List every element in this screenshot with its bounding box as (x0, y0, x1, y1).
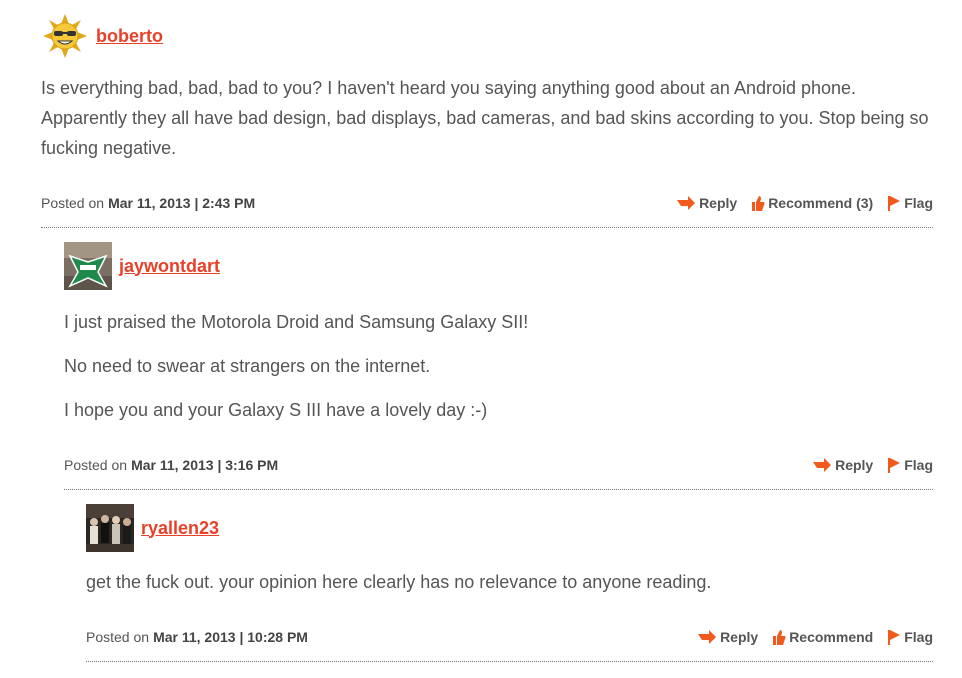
recommend-label: Recommend (789, 629, 874, 645)
recommend-button[interactable]: Recommend (3) (751, 195, 873, 211)
flag-icon (888, 630, 901, 645)
band-photo-avatar[interactable] (86, 504, 134, 552)
comment-paragraph: I hope you and your Galaxy S III have a … (64, 400, 488, 420)
comment-username[interactable]: boberto (96, 26, 163, 47)
comment-paragraph: Is everything bad, bad, bad to you? I ha… (41, 78, 929, 158)
comment: ryallen23 get the fuck out. your opinion… (86, 492, 933, 678)
flag-label: Flag (904, 457, 933, 473)
reply-arrow-icon (677, 196, 696, 210)
comment-body: I just praised the Motorola Droid and Sa… (64, 307, 933, 425)
comment-timestamp: Mar 11, 2013 | 3:16 PM (131, 457, 279, 473)
comment-actions: Reply Recommend (3) Flag (662, 193, 933, 213)
comment-username[interactable]: ryallen23 (141, 518, 219, 539)
comment-username[interactable]: jaywontdart (119, 256, 220, 277)
reply-label: Reply (720, 629, 759, 645)
comment-body: get the fuck out. your opinion here clea… (86, 567, 933, 597)
comment-actions: Reply Recommend Flag (683, 627, 933, 647)
comment-paragraph: I just praised the Motorola Droid and Sa… (64, 312, 529, 332)
comment-timestamp: Mar 11, 2013 | 2:43 PM (108, 195, 256, 211)
flag-icon (888, 196, 901, 211)
flag-icon (888, 458, 901, 473)
comment-author-row: boberto (41, 12, 163, 60)
posted-on-label: Posted on (41, 195, 105, 211)
reply-arrow-icon (813, 458, 832, 472)
flag-label: Flag (904, 629, 933, 645)
posted-on-label: Posted on (64, 457, 128, 473)
thumbs-up-icon (752, 196, 765, 211)
reply-arrow-icon (698, 630, 717, 644)
comment-author-row: ryallen23 (86, 504, 219, 552)
comment-meta: Posted on Mar 11, 2013 | 10:28 PM (86, 627, 308, 647)
comment-author-row: jaywontdart (64, 242, 220, 290)
reply-button[interactable]: Reply (812, 457, 873, 473)
reply-button[interactable]: Reply (676, 195, 737, 211)
recommend-label: Recommend (3) (768, 195, 874, 211)
comment-timestamp: Mar 11, 2013 | 10:28 PM (153, 629, 308, 645)
green-logo-avatar[interactable] (64, 242, 112, 290)
flag-button[interactable]: Flag (887, 629, 933, 645)
comment-meta: Posted on Mar 11, 2013 | 2:43 PM (41, 193, 255, 213)
comment: boberto Is everything bad, bad, bad to y… (41, 0, 933, 230)
reply-label: Reply (835, 457, 874, 473)
reply-button[interactable]: Reply (697, 629, 758, 645)
flag-label: Flag (904, 195, 933, 211)
thumbs-up-icon (773, 630, 786, 645)
comment-paragraph: get the fuck out. your opinion here clea… (86, 572, 712, 592)
flag-button[interactable]: Flag (887, 457, 933, 473)
comment-actions: Reply Flag (798, 455, 933, 475)
comment-meta: Posted on Mar 11, 2013 | 3:16 PM (64, 455, 278, 475)
comment: jaywontdart I just praised the Motorola … (64, 230, 933, 492)
recommend-button[interactable]: Recommend (772, 629, 873, 645)
flag-button[interactable]: Flag (887, 195, 933, 211)
comment-divider (41, 227, 933, 228)
reply-label: Reply (699, 195, 738, 211)
posted-on-label: Posted on (86, 629, 150, 645)
comment-body: Is everything bad, bad, bad to you? I ha… (41, 73, 933, 163)
comment-paragraph: No need to swear at strangers on the int… (64, 356, 431, 376)
sun-with-sunglasses-avatar[interactable] (41, 12, 89, 60)
comment-divider (86, 661, 933, 662)
comment-divider (64, 489, 933, 490)
